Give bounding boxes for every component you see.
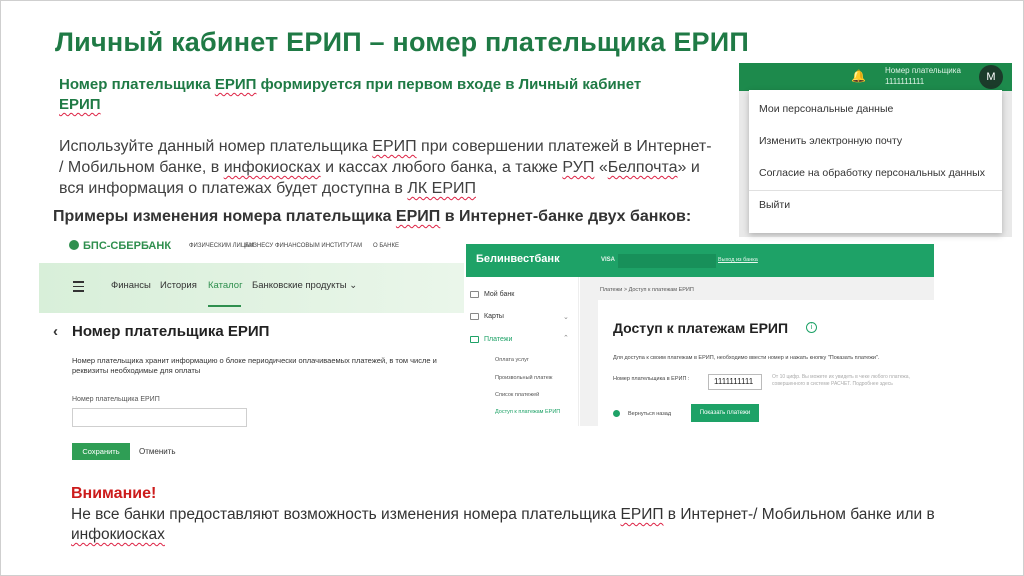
warning-text: Не все банки предоставляют возможность и… <box>71 505 951 545</box>
bib-sidebar-item-payments[interactable]: Платежи <box>484 336 512 343</box>
bps-nav-active-indicator <box>208 305 241 307</box>
bps-nav-finance[interactable]: Финансы <box>111 280 151 291</box>
bib-sub-erip-access[interactable]: Доступ к платежам ЕРИП <box>495 409 560 415</box>
bib-sidebar: Мой банк Карты ⌄ Платежи ⌃ Оплата услуг … <box>466 277 579 426</box>
warning-text-2: в Интернет-/ Мобильном банке или в <box>663 506 935 523</box>
bib-page-title: Доступ к платежам ЕРИП <box>613 320 789 336</box>
profile-number: 1111111111 <box>885 77 925 86</box>
bell-icon[interactable]: 🔔 <box>851 69 866 83</box>
examples-heading: Примеры изменения номера плательщика ЕРИ… <box>53 208 691 226</box>
para-text-3: и кассах любого банка, а также <box>320 159 563 176</box>
belinvestbank-screenshot: Белинвестбанк VISA Выход из банка Мой ба… <box>466 244 934 426</box>
home-icon <box>470 291 479 298</box>
para-rup: РУП <box>562 159 595 176</box>
subtitle-erip-2: ЕРИП <box>59 96 101 113</box>
bps-payer-number-input[interactable] <box>72 408 247 427</box>
bib-payer-number-input[interactable]: 1111111111 <box>708 374 762 390</box>
bps-link-institutions[interactable]: ФИНАНСОВЫМ ИНСТИТУТАМ <box>275 243 362 249</box>
para-infokiosk: инфокиосках <box>223 159 321 176</box>
bps-save-button[interactable]: Сохранить <box>72 443 130 460</box>
bib-header: Белинвестбанк VISA Выход из банка <box>466 244 934 277</box>
warning-infokiosk: инфокиосках <box>71 526 165 543</box>
bib-sidebar-item-mybank[interactable]: Мой банк <box>484 291 514 298</box>
bps-sberbank-screenshot: БПС-СБЕРБАНК ФИЗИЧЕСКИМ ЛИЦАМ БИЗНЕСУ ФИ… <box>39 235 464 471</box>
bib-sub-services[interactable]: Оплата услуг <box>495 357 529 363</box>
breadcrumb[interactable]: Платежи > Доступ к платежам ЕРИП <box>600 287 694 293</box>
para-lk-erip: ЛК ЕРИП <box>407 180 476 197</box>
slide-subtitle: Номер плательщика ЕРИП формируется при п… <box>59 75 739 115</box>
bib-logo[interactable]: Белинвестбанк <box>476 253 560 265</box>
bps-logo[interactable]: БПС-СБЕРБАНК <box>69 240 171 252</box>
para-belpochta: Белпочта <box>607 159 678 176</box>
show-payments-button[interactable]: Показать платежи <box>691 404 759 422</box>
bps-logo-text: БПС-СБЕРБАНК <box>83 240 172 252</box>
profile-name: Номер плательщика 1111111111 <box>885 65 961 87</box>
bps-field-label: Номер плательщика ЕРИП <box>72 396 160 403</box>
visa-icon: VISA <box>601 257 616 263</box>
bib-field-hint: От 10 цифр. Вы можете их увидеть в чеке … <box>772 374 910 387</box>
bib-masked-card <box>618 254 716 268</box>
bib-sub-arbitrary[interactable]: Произвольный платеж <box>495 375 552 381</box>
subtitle-text: Номер плательщика <box>59 76 215 93</box>
examples-text-2: в Интернет-банке двух банков: <box>440 208 692 225</box>
bps-link-about[interactable]: О БАНКЕ <box>373 243 399 249</box>
subtitle-text-2: формируется при первом входе в Личный ка… <box>256 76 642 93</box>
bps-page-title: Номер плательщика ЕРИП <box>72 323 270 340</box>
slide-title: Личный кабинет ЕРИП – номер плательщика … <box>55 27 749 57</box>
subtitle-erip: ЕРИП <box>214 76 257 93</box>
bps-nav-catalog[interactable]: Каталог <box>208 280 243 291</box>
examples-text: Примеры изменения номера плательщика <box>53 208 396 225</box>
para-text: Используйте данный номер плательщика <box>59 138 373 155</box>
bib-sidebar-item-cards[interactable]: Карты <box>484 313 504 320</box>
menu-item-personal-data[interactable]: Мои персональные данные <box>759 103 893 115</box>
profile-menu: Мои персональные данные Изменить электро… <box>749 90 1002 233</box>
bib-sub-list[interactable]: Список платежей <box>495 392 539 398</box>
menu-item-logout[interactable]: Выйти <box>759 199 790 211</box>
avatar[interactable]: M <box>979 65 1003 89</box>
menu-divider <box>749 190 1002 191</box>
bib-back-link[interactable]: Вернуться назад <box>613 410 671 417</box>
bps-link-business[interactable]: БИЗНЕСУ <box>245 243 273 249</box>
bps-logo-icon <box>69 240 79 250</box>
bps-cancel-button[interactable]: Отменить <box>139 447 176 456</box>
bps-nav-products[interactable]: Банковские продукты ⌄ <box>252 280 357 291</box>
profile-dropdown-screenshot: 🔔 Номер плательщика 1111111111 M Мои пер… <box>739 63 1012 237</box>
bib-description: Для доступа к своим платежам в ЕРИП, нео… <box>613 355 880 361</box>
menu-item-change-email[interactable]: Изменить электронную почту <box>759 135 902 147</box>
chevron-down-icon[interactable]: ⌄ <box>563 313 569 321</box>
bps-nav-history[interactable]: История <box>160 280 197 291</box>
bib-content-card: Доступ к платежам ЕРИП i Для доступа к с… <box>598 300 934 426</box>
para-text-4: « <box>594 159 608 176</box>
bps-top-bar: БПС-СБЕРБАНК ФИЗИЧЕСКИМ ЛИЦАМ БИЗНЕСУ ФИ… <box>39 235 464 261</box>
profile-header-bar: 🔔 Номер плательщика 1111111111 M <box>739 63 1012 91</box>
profile-name-label: Номер плательщика <box>885 66 961 75</box>
usage-paragraph: Используйте данный номер плательщика ЕРИ… <box>59 136 719 199</box>
card-icon <box>470 313 479 320</box>
menu-item-consent[interactable]: Согласие на обработку персональных данны… <box>759 167 985 179</box>
back-arrow-icon[interactable]: ‹ <box>53 323 58 340</box>
para-erip: ЕРИП <box>372 138 417 155</box>
examples-erip: ЕРИП <box>395 208 441 225</box>
warning-title: Внимание! <box>71 485 157 502</box>
warning-erip: ЕРИП <box>620 506 664 523</box>
slide: Личный кабинет ЕРИП – номер плательщика … <box>0 0 1024 576</box>
back-circle-icon <box>613 410 620 417</box>
info-icon[interactable]: i <box>806 322 817 333</box>
bps-nav-band: Финансы История Каталог Банковские проду… <box>39 263 464 313</box>
bib-back-label: Вернуться назад <box>628 411 672 417</box>
bib-field-label: Номер плательщика в ЕРИП : <box>613 376 690 382</box>
warning-text-1: Не все банки предоставляют возможность и… <box>71 506 621 523</box>
hamburger-icon[interactable] <box>73 281 84 295</box>
payments-icon <box>470 336 479 343</box>
bib-top-link[interactable]: Выход из банка <box>718 257 758 263</box>
bib-main: Платежи > Доступ к платежам ЕРИП Доступ … <box>580 277 934 426</box>
chevron-up-icon[interactable]: ⌃ <box>563 334 569 342</box>
bps-description: Номер плательщика хранит информацию о бл… <box>72 356 437 375</box>
